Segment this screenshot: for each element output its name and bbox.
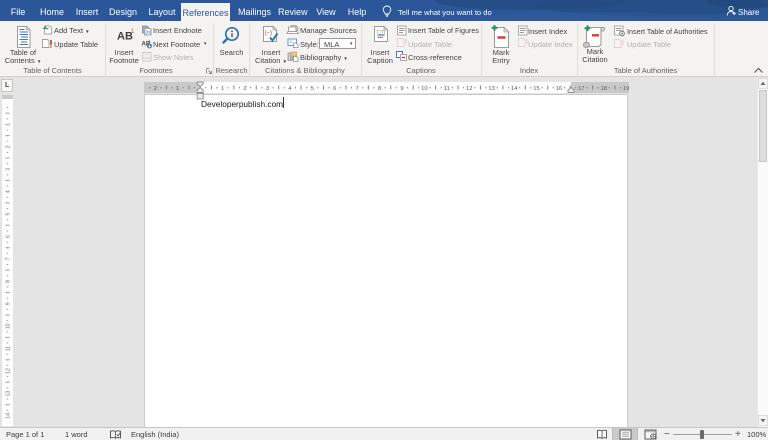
svg-text:4: 4: [5, 190, 11, 193]
svg-text:19: 19: [623, 86, 629, 92]
svg-text:2: 2: [5, 145, 11, 148]
svg-text:17: 17: [578, 86, 584, 92]
svg-text:16: 16: [556, 86, 562, 92]
svg-text:13: 13: [488, 86, 494, 92]
svg-text:6: 6: [333, 86, 336, 92]
svg-text:7: 7: [356, 86, 359, 92]
svg-text:1: 1: [176, 86, 179, 92]
svg-text:1: 1: [149, 39, 152, 44]
svg-text:8: 8: [378, 86, 381, 92]
svg-text:1: 1: [221, 86, 224, 92]
svg-text:18: 18: [601, 86, 607, 92]
svg-text:6: 6: [5, 235, 11, 238]
svg-text:10: 10: [421, 86, 427, 92]
svg-text:14: 14: [511, 86, 518, 92]
svg-text:13: 13: [5, 390, 11, 396]
svg-text:15: 15: [533, 86, 539, 92]
svg-text:9: 9: [5, 302, 11, 305]
svg-text:2: 2: [243, 86, 246, 92]
svg-text:3: 3: [5, 168, 11, 171]
svg-text:5: 5: [5, 213, 11, 216]
svg-text:1: 1: [5, 123, 11, 126]
svg-text:12: 12: [466, 86, 472, 92]
svg-text:5: 5: [311, 86, 314, 92]
svg-text:8: 8: [5, 280, 11, 283]
svg-text:(−): (−): [265, 31, 273, 37]
svg-text:14: 14: [5, 413, 11, 419]
svg-text:[n]: [n]: [145, 30, 152, 36]
svg-text:7: 7: [5, 257, 11, 260]
svg-text:9: 9: [400, 86, 403, 92]
svg-text:1: 1: [131, 29, 135, 35]
svg-text:12: 12: [5, 368, 11, 374]
svg-text:10: 10: [5, 323, 11, 329]
svg-text:11: 11: [5, 346, 11, 351]
svg-text:2: 2: [154, 86, 157, 92]
svg-text:3: 3: [266, 86, 269, 92]
svg-text:11: 11: [444, 86, 450, 92]
